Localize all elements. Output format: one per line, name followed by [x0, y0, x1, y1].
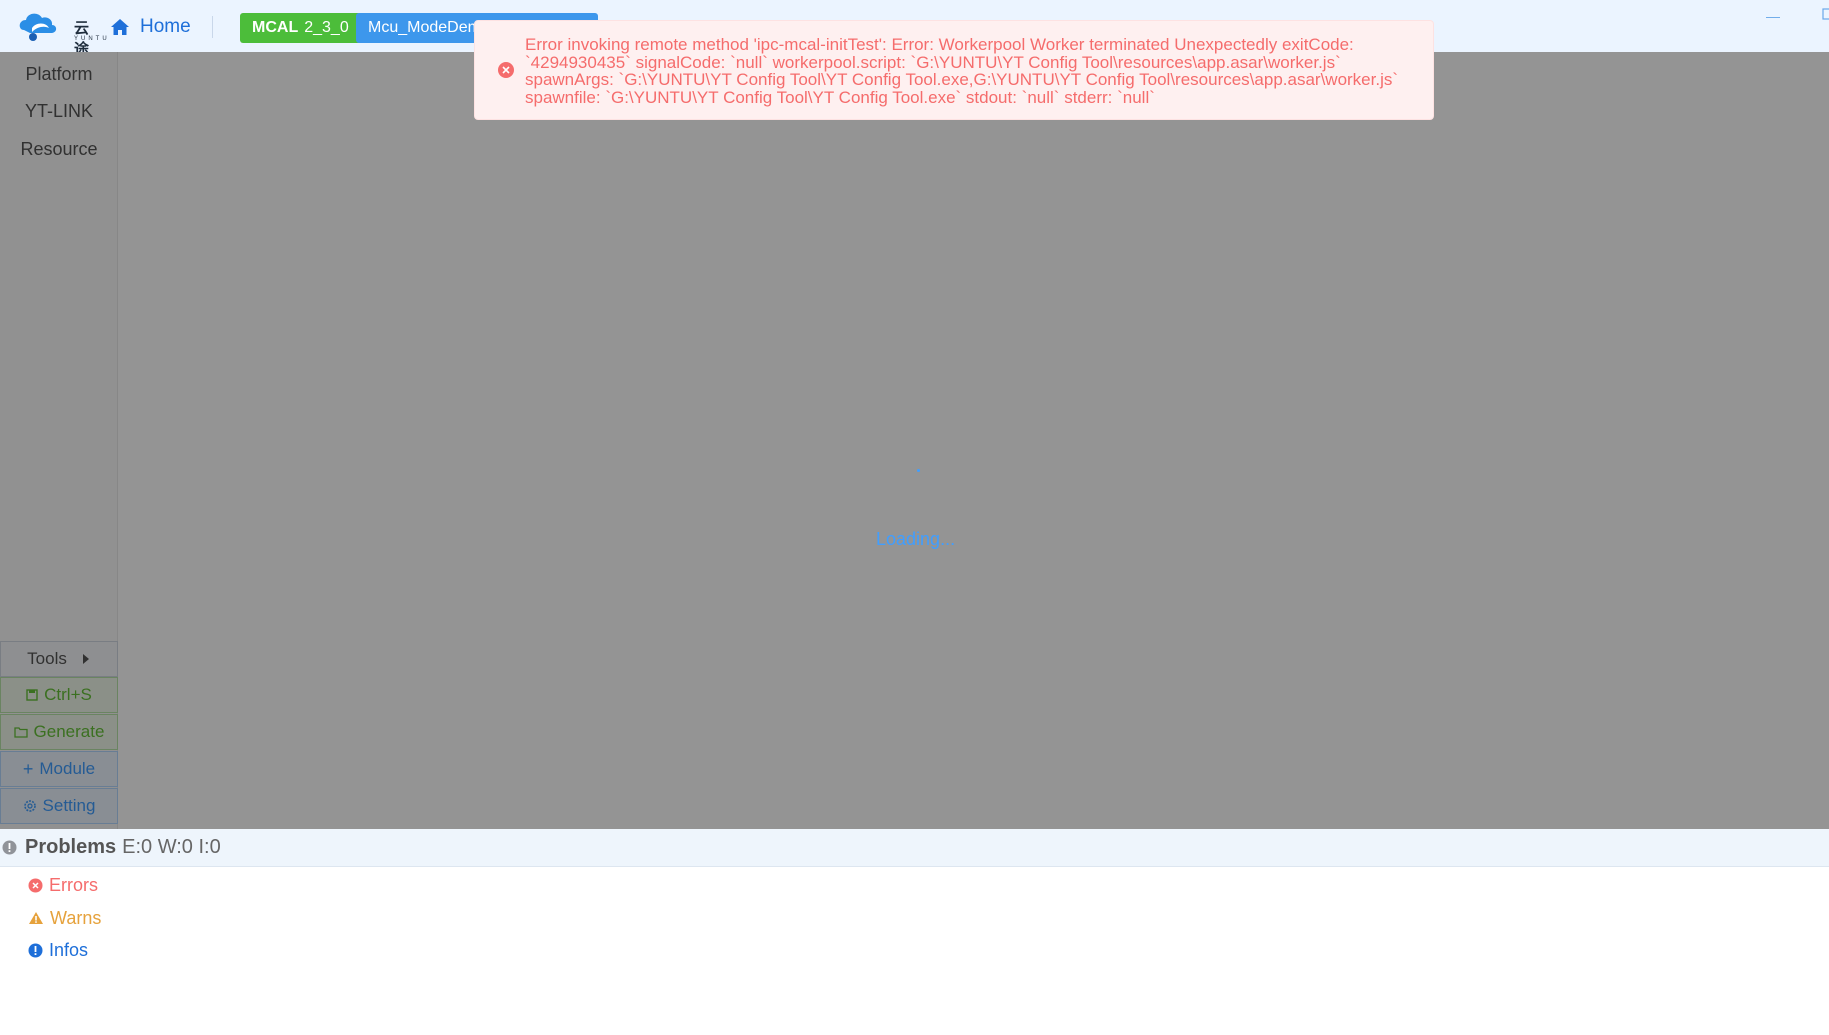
home-icon	[111, 19, 129, 35]
yuntu-logo: 云途 YUNTU	[16, 8, 107, 58]
problems-panel-header[interactable]: Problems E:0 W:0 I:0	[0, 829, 1829, 867]
window-minimize-button[interactable]: —	[1766, 8, 1780, 24]
project-tag-label: Mcu_ModeDemo	[368, 19, 490, 36]
mcal-tag-name: MCAL	[252, 19, 299, 36]
problems-infos-item[interactable]: Infos	[28, 937, 88, 963]
warning-triangle-icon	[29, 912, 43, 924]
errors-label: Errors	[49, 874, 98, 895]
error-circle-icon	[28, 878, 43, 892]
error-message-line: `4294930435` signalCode: `null` workerpo…	[525, 52, 1341, 72]
mcal-tag-version: 2_3_0	[304, 19, 349, 36]
maximize-icon	[1822, 8, 1829, 20]
info-circle-icon	[28, 943, 43, 957]
problems-info-icon	[2, 840, 17, 855]
home-label: Home	[140, 16, 191, 37]
infos-label: Infos	[49, 939, 89, 960]
problems-title: Problems	[25, 836, 117, 858]
problems-warns-item[interactable]: Warns	[28, 905, 101, 931]
error-message-toast: Error invoking remote method 'ipc-mcal-i…	[474, 20, 1434, 120]
loading-text: Loading...	[876, 529, 956, 549]
error-message-line: spawnfile: `G:\YUNTU\YT Config Tool\YT C…	[525, 87, 1155, 107]
cloud-logo-icon	[19, 13, 57, 41]
loading-spinner	[917, 469, 920, 472]
mcal-version-tag[interactable]: MCAL 2_3_0	[240, 13, 361, 43]
error-message-line: Error invoking remote method 'ipc-mcal-i…	[525, 35, 1354, 54]
error-circle-icon	[498, 62, 514, 78]
loading-mask: Loading...	[0, 52, 1829, 829]
error-message-line: spawnArgs: `G:\YUNTU\YT Config Tool\YT C…	[525, 70, 1399, 89]
logo-subtext: YUNTU	[74, 36, 110, 42]
home-button[interactable]: Home	[110, 14, 191, 40]
problems-counts: E:0 W:0 I:0	[122, 836, 221, 858]
header-divider	[212, 16, 213, 38]
window-maximize-button[interactable]	[1822, 6, 1829, 20]
warns-label: Warns	[50, 907, 102, 928]
problems-errors-item[interactable]: Errors	[28, 872, 98, 898]
